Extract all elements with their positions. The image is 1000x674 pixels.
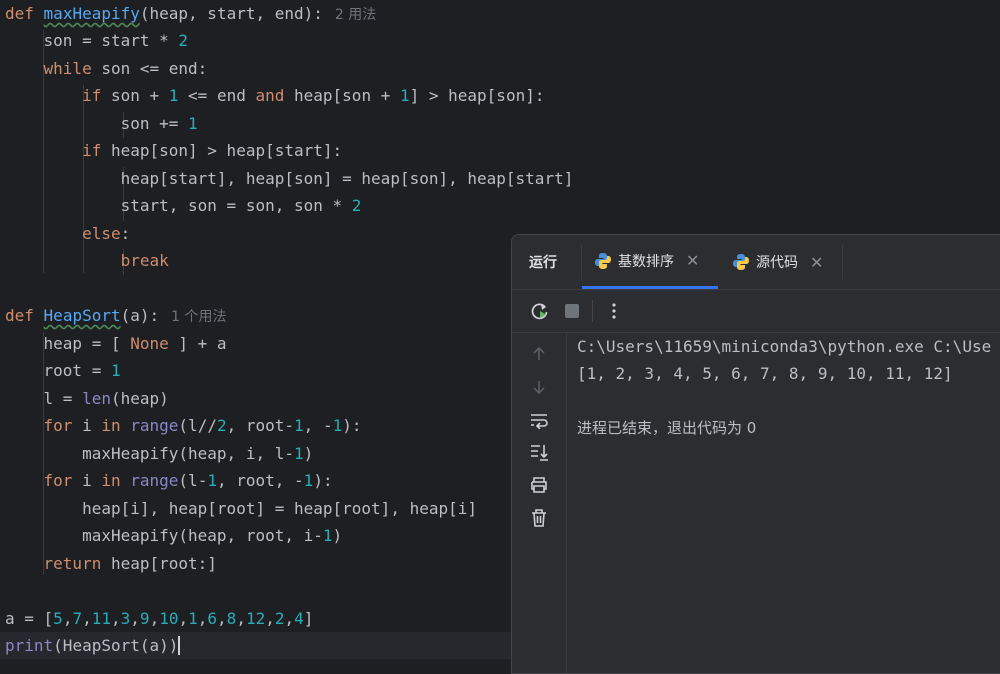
close-icon[interactable]: ✕ <box>810 253 823 272</box>
usages-hint[interactable]: 1 个用法 <box>171 309 226 325</box>
code-line[interactable]: while son <= end: <box>5 55 208 82</box>
code-line[interactable]: l = len(heap) <box>5 385 169 412</box>
code-line[interactable]: def maxHeapify(heap, start, end): 2 用法 <box>5 0 376 27</box>
run-tool-window: 运行 基数排序 ✕ 源代码 ✕ C:\Users\11659\miniconda… <box>511 234 1000 674</box>
code-line[interactable]: break <box>5 247 169 274</box>
toolbar-divider <box>592 300 593 322</box>
code-line[interactable]: son = start * 2 <box>5 27 189 54</box>
tab-divider <box>842 245 843 279</box>
code-line[interactable]: def HeapSort(a): 1 个用法 <box>5 302 227 329</box>
tab-source-code[interactable]: 源代码 ✕ <box>720 235 842 289</box>
tab-label: 基数排序 <box>618 253 674 270</box>
scroll-to-end-icon[interactable] <box>528 441 550 463</box>
stop-icon[interactable] <box>562 301 582 321</box>
run-panel-title: 运行 <box>529 255 557 271</box>
console-output[interactable]: C:\Users\11659\miniconda3\python.exe C:\… <box>577 333 1000 673</box>
code-line[interactable]: if heap[son] > heap[start]: <box>5 137 342 164</box>
code-line[interactable]: heap[start], heap[son] = heap[son], heap… <box>5 165 574 192</box>
code-line[interactable]: return heap[root:] <box>5 550 217 577</box>
down-arrow-icon[interactable] <box>528 376 550 398</box>
tab-label: 源代码 <box>756 255 798 271</box>
code-line[interactable]: for i in range(l-1, root, -1): <box>5 467 333 494</box>
close-icon[interactable]: ✕ <box>686 251 699 270</box>
python-icon <box>595 252 611 269</box>
code-line[interactable]: heap[i], heap[root] = heap[root], heap[i… <box>5 495 477 522</box>
usages-hint[interactable]: 2 用法 <box>335 7 376 23</box>
more-options-icon[interactable] <box>604 301 624 321</box>
code-line[interactable]: heap = [ None ] + a <box>5 330 227 357</box>
console-output-line: [1, 2, 3, 4, 5, 6, 7, 8, 9, 10, 11, 12] <box>577 364 953 383</box>
code-line[interactable]: root = 1 <box>5 357 121 384</box>
code-line[interactable]: maxHeapify(heap, root, i-1) <box>5 522 342 549</box>
up-arrow-icon[interactable] <box>528 343 550 365</box>
code-line[interactable]: for i in range(l//2, root-1, -1): <box>5 412 362 439</box>
code-line[interactable]: a = [5,7,11,3,9,10,1,6,8,12,2,4] <box>5 605 313 632</box>
console-sidebar <box>512 333 567 673</box>
code-line[interactable]: else: <box>5 220 130 247</box>
text-caret <box>178 636 181 655</box>
tab-radix-sort[interactable]: 基数排序 ✕ <box>582 235 718 289</box>
code-line[interactable]: start, son = son, son * 2 <box>5 192 362 219</box>
code-line[interactable]: maxHeapify(heap, i, l-1) <box>5 440 313 467</box>
python-icon <box>733 254 749 270</box>
code-line[interactable]: if son + 1 <= end and heap[son + 1] > he… <box>5 82 544 109</box>
run-tab-bar: 运行 基数排序 ✕ 源代码 ✕ <box>512 235 1000 290</box>
console-exit-message: 进程已结束，退出代码为 0 <box>577 419 757 437</box>
run-toolbar <box>512 290 1000 333</box>
code-line[interactable]: son += 1 <box>5 110 198 137</box>
trash-icon[interactable] <box>528 507 550 529</box>
console-command-line: C:\Users\11659\miniconda3\python.exe C:\… <box>577 337 992 356</box>
soft-wrap-icon[interactable] <box>528 409 550 431</box>
rerun-icon[interactable] <box>530 301 550 321</box>
print-icon[interactable] <box>528 474 550 496</box>
